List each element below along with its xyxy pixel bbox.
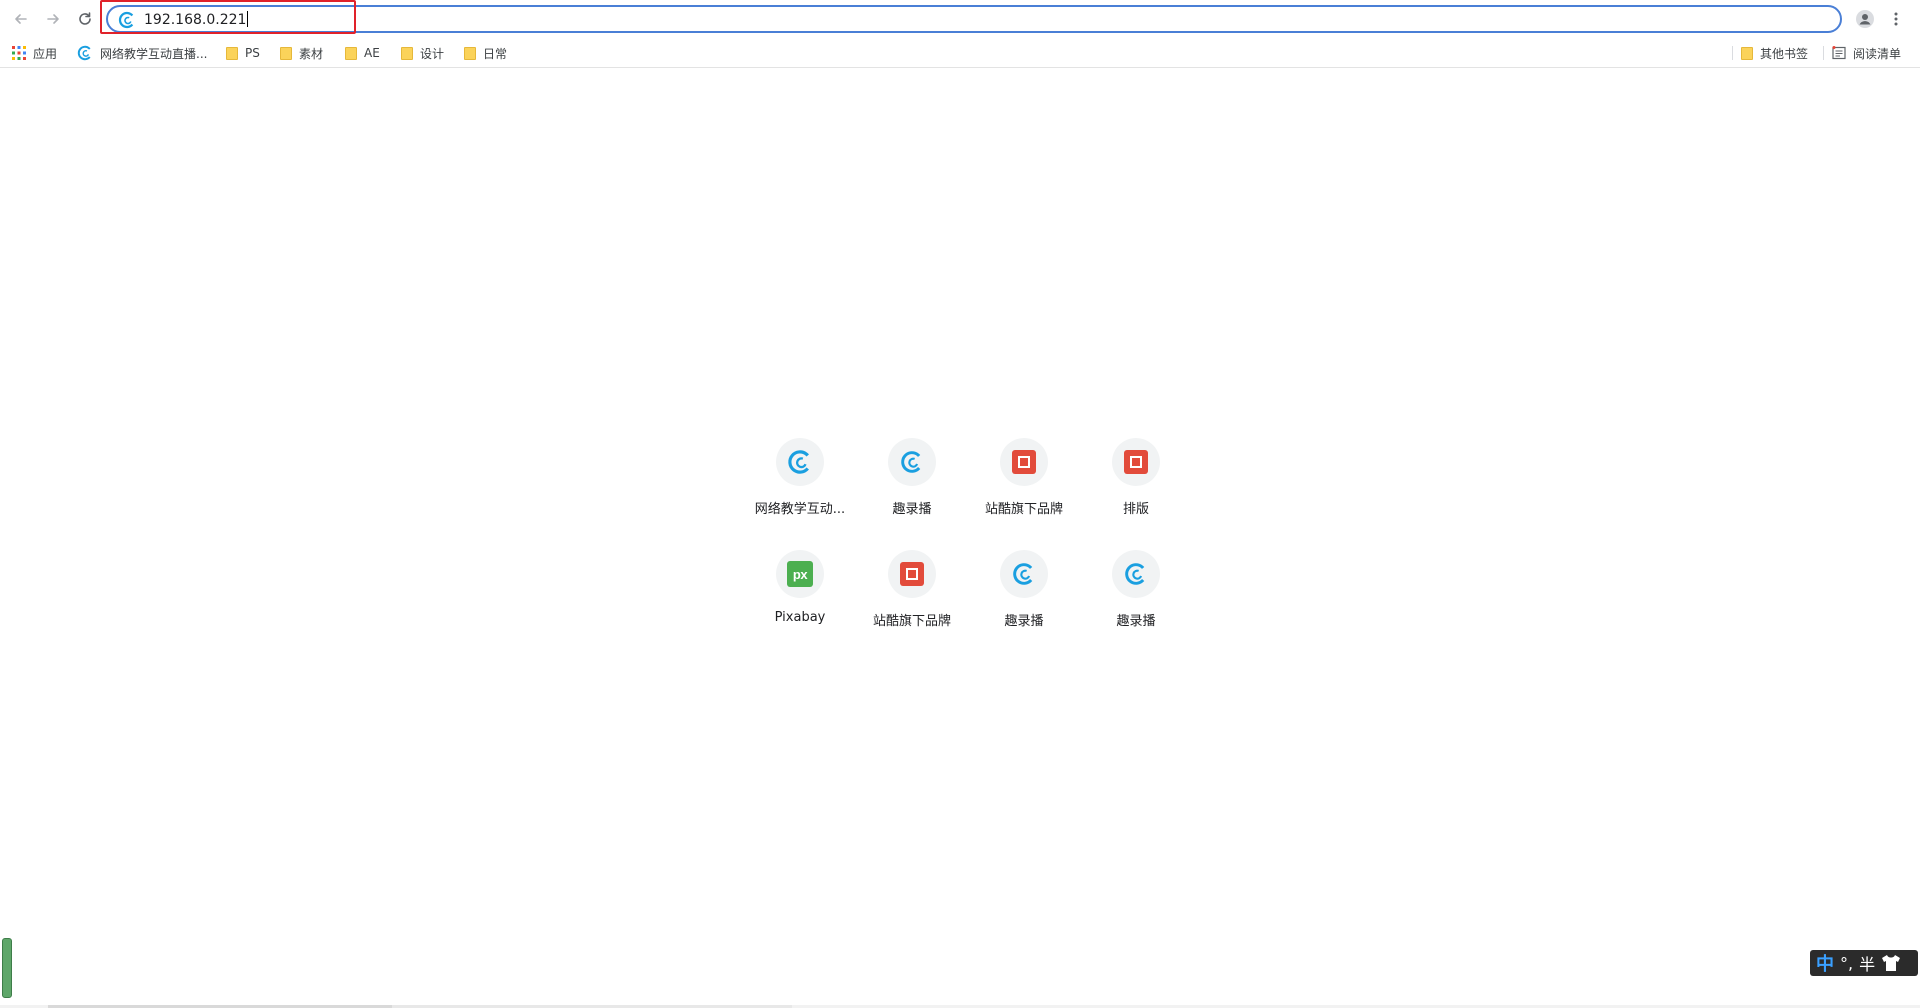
swirl-icon: [788, 450, 812, 474]
ime-punctuation[interactable]: °,: [1840, 954, 1853, 973]
profile-button[interactable]: [1852, 6, 1878, 32]
shortcut-label: 站酷旗下品牌: [872, 614, 951, 629]
browser-menu-button[interactable]: [1886, 6, 1906, 32]
bookmark-label: 其他书签: [1760, 46, 1809, 61]
bookmarks-bar: 应用 网络教学互动直播... PS 素材 AE 设计 日常 其他书签 阅读清单: [0, 38, 1920, 68]
shortcut-tile[interactable]: 趣录播: [856, 430, 968, 542]
shortcut-icon-bg: [1000, 438, 1048, 486]
bookmark-label: 日常: [483, 46, 508, 61]
bookmark-item[interactable]: 网络教学互动直播...: [77, 42, 207, 64]
apps-grid-icon: [12, 46, 26, 60]
bookmark-folder[interactable]: 设计: [401, 42, 444, 64]
shortcut-label: 站酷旗下品牌: [984, 502, 1063, 517]
red-square-icon: [1124, 450, 1148, 474]
shortcut-tile[interactable]: 站酷旗下品牌: [968, 430, 1080, 542]
folder-icon: [226, 46, 238, 60]
text-caret: [247, 11, 249, 27]
shortcut-icon-bg: [888, 438, 936, 486]
shortcut-icon-bg: [1112, 550, 1160, 598]
shortcut-label: 排版: [1122, 502, 1149, 517]
bookmark-label: 网络教学互动直播...: [100, 46, 208, 61]
bookmark-folder[interactable]: 日常: [464, 42, 507, 64]
shortcut-tile[interactable]: 排版: [1080, 430, 1192, 542]
browser-toolbar: 192.168.0.221: [0, 0, 1920, 38]
folder-icon: [1741, 46, 1753, 60]
side-scroll-indicator[interactable]: [2, 938, 12, 998]
shortcut-icon-bg: [888, 550, 936, 598]
shortcut-label: 趣录播: [1116, 614, 1156, 629]
bookmark-folder[interactable]: 素材: [280, 42, 323, 64]
shortcut-tile[interactable]: 站酷旗下品牌: [856, 542, 968, 654]
bookmark-folder[interactable]: PS: [226, 42, 260, 64]
reading-list-button[interactable]: 阅读清单: [1832, 42, 1901, 64]
folder-icon: [345, 46, 357, 60]
shortcut-tile[interactable]: px Pixabay: [744, 542, 856, 654]
pixabay-icon: px: [787, 561, 813, 587]
bookmark-label: 应用: [33, 46, 58, 61]
shirt-icon[interactable]: [1881, 954, 1901, 972]
bookmark-folder[interactable]: AE: [345, 42, 380, 64]
arrow-right-icon: [47, 14, 59, 24]
swirl-icon: [1013, 563, 1035, 585]
shortcut-grid: 网络教学互动... 趣录播 站酷旗下品牌 排版 px Pixabay 站酷旗下品…: [744, 430, 1192, 662]
shortcut-label: 网络教学互动...: [754, 502, 846, 517]
bookmark-label: 阅读清单: [1853, 46, 1902, 61]
bookmark-other-folder[interactable]: 其他书签: [1741, 42, 1808, 64]
shortcut-tile[interactable]: 趣录播: [1080, 542, 1192, 654]
site-swirl-icon: [77, 45, 93, 61]
red-square-icon: [1012, 450, 1036, 474]
shortcut-icon-bg: px: [776, 550, 824, 598]
bookmark-divider: [1823, 46, 1824, 60]
folder-icon: [280, 46, 292, 60]
swirl-icon: [901, 451, 923, 473]
shortcut-tile[interactable]: 网络教学互动...: [744, 430, 856, 542]
bookmark-label: 素材: [299, 46, 324, 61]
shortcut-label: 趣录播: [892, 502, 932, 517]
ime-width[interactable]: 半: [1859, 951, 1875, 975]
reload-icon: [79, 12, 91, 25]
arrow-left-icon: [15, 14, 27, 24]
bookmark-label: AE: [364, 46, 380, 60]
shortcut-label: Pixabay: [774, 610, 826, 625]
bookmark-label: PS: [245, 46, 260, 60]
shortcut-icon-bg: [1112, 438, 1160, 486]
shortcut-tile[interactable]: 趣录播: [968, 542, 1080, 654]
bookmark-label: 设计: [420, 46, 445, 61]
shortcut-icon-bg: [1000, 550, 1048, 598]
bookmark-divider: [1732, 46, 1733, 60]
site-swirl-icon: [118, 11, 136, 29]
swirl-icon: [1125, 563, 1147, 585]
folder-icon: [401, 46, 413, 60]
folder-icon: [464, 46, 476, 60]
reading-list-icon: [1832, 46, 1846, 60]
red-square-icon: [900, 562, 924, 586]
reload-button[interactable]: [72, 6, 98, 32]
ime-status-bar[interactable]: 中 °, 半: [1810, 950, 1918, 976]
kebab-menu-icon: [1894, 12, 1898, 26]
address-bar[interactable]: 192.168.0.221: [106, 5, 1842, 33]
url-text[interactable]: 192.168.0.221: [144, 11, 249, 29]
person-icon: [1856, 10, 1874, 28]
ime-mode[interactable]: 中: [1816, 950, 1834, 976]
bookmark-apps[interactable]: 应用: [12, 42, 57, 64]
shortcut-icon-bg: [776, 438, 824, 486]
shortcut-label: 趣录播: [1004, 614, 1044, 629]
back-button[interactable]: [8, 6, 34, 32]
forward-button[interactable]: [40, 6, 66, 32]
